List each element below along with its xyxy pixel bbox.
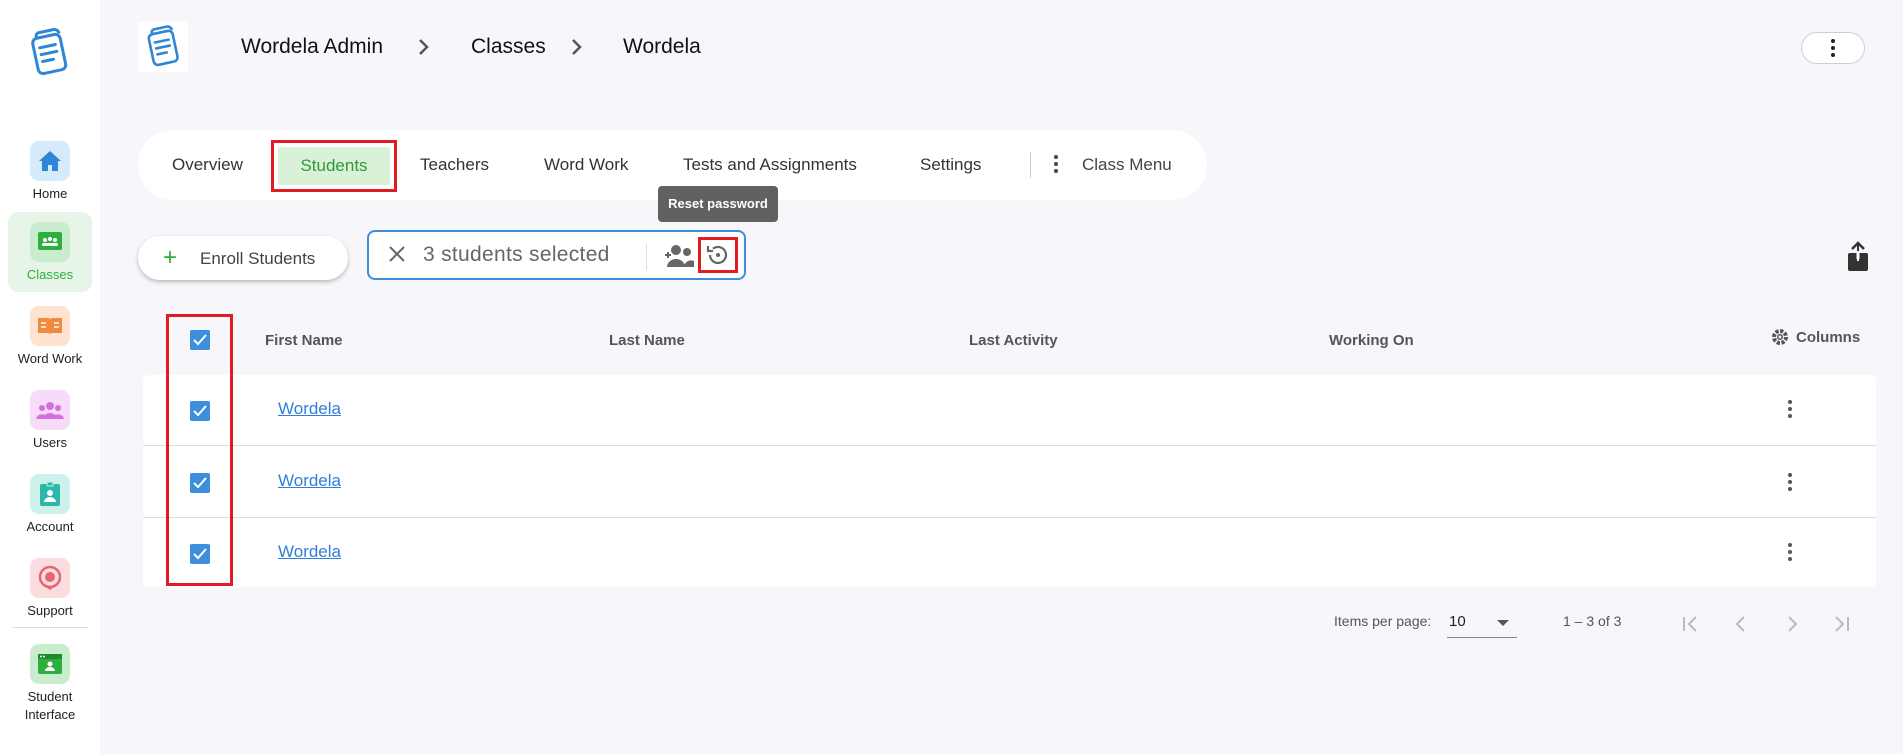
row-more-icon[interactable] [1788, 400, 1792, 418]
sidebar-divider [12, 627, 88, 628]
student-first-name-link[interactable]: Wordela [278, 399, 341, 419]
reset-password-icon [706, 245, 728, 264]
sidebar-item-home[interactable]: Home [8, 131, 92, 211]
enroll-students-button[interactable]: + Enroll Students [138, 236, 348, 280]
items-per-page-select[interactable]: 10 [1447, 608, 1517, 638]
breadcrumb-item-current: Wordela [623, 35, 701, 58]
chevron-right-icon [568, 36, 586, 58]
pagination-range: 1 – 3 of 3 [1563, 613, 1622, 629]
sidebar-item-label: Word Work [17, 351, 83, 366]
toolbar-divider [646, 244, 647, 270]
columns-label: Columns [1796, 328, 1861, 346]
home-icon [30, 141, 70, 181]
row-more-icon[interactable] [1788, 543, 1792, 561]
tab-students[interactable]: Students [271, 140, 397, 192]
selection-count: 3 students selected [423, 243, 610, 266]
sidebar-item-student-interface[interactable]: Student Interface [8, 634, 92, 730]
chevron-right-icon [1788, 616, 1798, 632]
first-page-icon [1683, 616, 1697, 632]
column-header-working-on[interactable]: Working On [1329, 332, 1414, 349]
plus-icon: + [163, 244, 178, 271]
more-options-button[interactable] [1801, 32, 1865, 64]
row-divider [143, 517, 1876, 518]
sidebar-item-classes[interactable]: Classes [8, 212, 92, 292]
more-vert-icon [1054, 155, 1058, 173]
first-page-button[interactable] [1666, 600, 1714, 648]
close-icon[interactable] [385, 242, 409, 266]
previous-page-button[interactable] [1717, 600, 1765, 648]
chevron-left-icon [1735, 616, 1745, 632]
class-logo-icon [138, 22, 188, 72]
enroll-students-label: Enroll Students [200, 249, 316, 268]
breadcrumb-item[interactable]: Wordela Admin [241, 34, 383, 60]
students-table [143, 375, 1876, 587]
wordela-logo-icon[interactable] [26, 28, 72, 78]
more-vert-icon [1831, 39, 1835, 57]
sidebar-item-label: Support [27, 603, 73, 618]
users-icon [30, 390, 70, 430]
class-menu-button[interactable]: Class Menu [1054, 130, 1172, 200]
sidebar-item-label: Users [33, 435, 67, 450]
student-first-name-link[interactable]: Wordela [278, 471, 341, 491]
move-students-icon[interactable] [665, 243, 695, 269]
book-icon [30, 306, 70, 346]
sidebar-item-label: Account [26, 519, 74, 534]
sidebar-item-label: Classes [26, 267, 74, 282]
sidebar-item-label: Student Interface [24, 689, 76, 722]
class-menu-label: Class Menu [1082, 155, 1172, 174]
reset-password-button[interactable] [698, 237, 738, 273]
tab-teachers[interactable]: Teachers [420, 130, 489, 200]
tab-word-work[interactable]: Word Work [544, 130, 628, 200]
tab-divider [1030, 152, 1031, 178]
tab-students-label: Students [278, 147, 390, 185]
last-page-button[interactable] [1818, 600, 1866, 648]
account-icon [30, 474, 70, 514]
checkbox-column-highlight [166, 314, 233, 586]
items-per-page-value: 10 [1449, 613, 1466, 630]
row-divider [143, 445, 1876, 446]
gear-icon [1772, 329, 1788, 345]
column-header-first-name[interactable]: First Name [265, 332, 343, 349]
breadcrumb-item[interactable]: Classes [471, 34, 546, 60]
classroom-icon [30, 222, 70, 262]
sidebar-item-account[interactable]: Account [8, 464, 92, 544]
tab-overview[interactable]: Overview [172, 130, 243, 200]
student-interface-icon [30, 644, 70, 684]
next-page-button[interactable] [1768, 600, 1816, 648]
support-icon [30, 558, 70, 598]
student-first-name-link[interactable]: Wordela [278, 542, 341, 562]
tab-settings[interactable]: Settings [920, 130, 981, 200]
columns-button[interactable]: Columns [1770, 327, 1860, 347]
sidebar-item-users[interactable]: Users [8, 380, 92, 460]
sidebar-item-word-work[interactable]: Word Work [8, 296, 92, 376]
row-more-icon[interactable] [1788, 473, 1792, 491]
tooltip: Reset password [658, 186, 778, 222]
sidebar: Home Classes Word Work Users Account Sup… [0, 0, 100, 754]
export-icon[interactable] [1846, 241, 1870, 273]
column-header-last-name[interactable]: Last Name [609, 332, 685, 349]
last-page-icon [1835, 616, 1849, 632]
caret-down-icon [1497, 620, 1509, 626]
items-per-page-label: Items per page: [1334, 613, 1432, 629]
chevron-right-icon [415, 36, 433, 58]
sidebar-item-label: Home [32, 186, 68, 201]
sidebar-item-support[interactable]: Support [8, 548, 92, 628]
selection-toolbar: 3 students selected [367, 230, 746, 280]
column-header-last-activity[interactable]: Last Activity [969, 332, 1058, 349]
